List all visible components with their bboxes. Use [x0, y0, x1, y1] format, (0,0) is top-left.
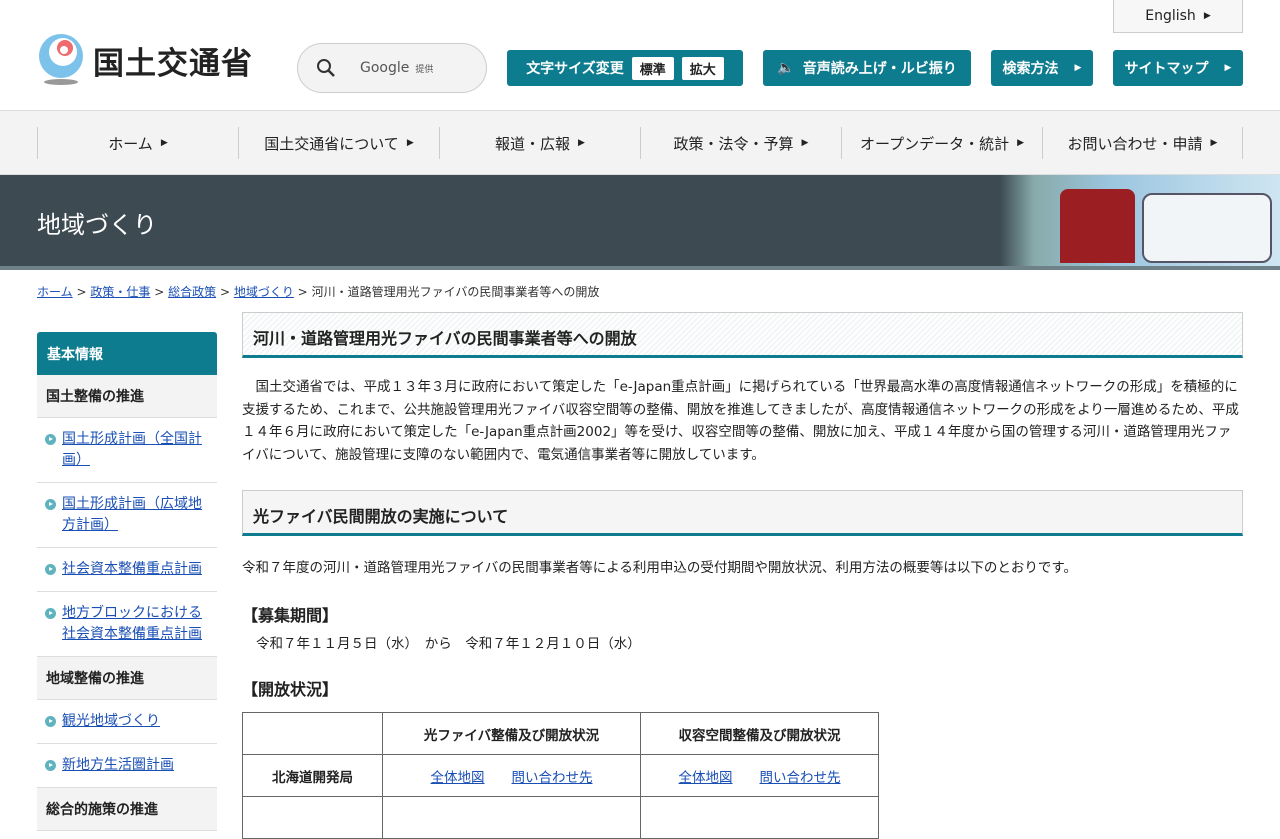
crumb-regional[interactable]: 地域づくり [234, 285, 294, 299]
category-banner: 地域づくり [0, 175, 1280, 270]
font-size-control: 文字サイズ変更 標準 拡大 [507, 50, 743, 86]
period-heading: 【募集期間】 [242, 606, 339, 625]
sidebar-heading: 基本情報 [37, 332, 217, 375]
arrow-icon [45, 608, 56, 619]
category-title: 地域づくり [37, 211, 157, 239]
period-text: 令和７年１１月５日（水） から 令和７年１２月１０日（水） [256, 636, 641, 652]
search-icon [317, 59, 335, 77]
divider [0, 266, 1280, 270]
arrow-icon [45, 760, 56, 771]
contact-link[interactable]: 問い合わせ先 [512, 770, 593, 786]
page-title: 河川・道路管理用光ファイバの民間事業者等への開放 [242, 312, 1243, 358]
sidebar-link[interactable]: 社会資本整備重点計画 [37, 548, 217, 592]
nav-policy[interactable]: 政策・法令・予算 ▶ [640, 127, 841, 159]
sidebar-section: 地域整備の推進 [37, 657, 217, 700]
nav-contact[interactable]: お問い合わせ・申請 ▶ [1042, 127, 1243, 159]
nav-about[interactable]: 国土交通省について ▶ [238, 127, 439, 159]
arrow-icon [45, 434, 56, 445]
contact-link[interactable]: 問い合わせ先 [760, 770, 841, 786]
arrow-icon [45, 564, 56, 575]
crumb-current: 河川・道路管理用光ファイバの民間事業者等への開放 [311, 285, 600, 299]
arrow-icon [45, 716, 56, 727]
crumb-general-policy[interactable]: 総合政策 [168, 285, 216, 299]
search-method-button[interactable]: 検索方法 ▶ [991, 50, 1093, 86]
crumb-home[interactable]: ホーム [37, 285, 73, 299]
font-large-button[interactable]: 拡大 [681, 56, 724, 80]
column-header: 光ファイバ整備及び開放状況 [382, 712, 641, 755]
sidebar-section: 総合的施策の推進 [37, 788, 217, 831]
train-image [1060, 189, 1135, 263]
section-title: 光ファイバ民間開放の実施について [242, 490, 1243, 536]
breadcrumb: ホーム > 政策・仕事 > 総合政策 > 地域づくり > 河川・道路管理用光ファ… [37, 285, 600, 299]
status-table: 光ファイバ整備及び開放状況 収容空間整備及び開放状況 北海道開発局 全体地図 問い… [242, 712, 879, 839]
region-name: 北海道開発局 [242, 754, 383, 797]
section-text: 令和７年度の河川・道路管理用光ファイバの民間事業者等による利用申込の受付期間や開… [242, 560, 1077, 576]
arrow-icon [45, 499, 56, 510]
english-link[interactable]: English ▶ [1113, 0, 1243, 33]
font-standard-button[interactable]: 標準 [631, 56, 674, 80]
nav-home[interactable]: ホーム ▶ [37, 127, 238, 159]
map-link[interactable]: 全体地図 [679, 770, 733, 786]
speech-button[interactable]: 🔈 音声読み上げ・ルビ振り [763, 50, 971, 86]
sidebar-section: 国土整備の推進 [37, 375, 217, 418]
main-content: 河川・道路管理用光ファイバの民間事業者等への開放 国土交通省では、平成１３年３月… [242, 312, 1243, 839]
nav-press[interactable]: 報道・広報 ▶ [439, 127, 640, 159]
bus-image [1142, 193, 1272, 263]
global-nav: ホーム ▶ 国土交通省について ▶ 報道・広報 ▶ 政策・法令・予算 ▶ オープンデータ… [0, 111, 1280, 175]
site-header: 国土交通省 Google 提供 English ▶ 文字サイズ変更 標準 拡大 🔈 音… [0, 0, 1280, 111]
banner-photo [1000, 175, 1280, 266]
site-search[interactable]: Google 提供 [297, 43, 487, 93]
sidebar: 基本情報 国土整備の推進 国土形成計画（全国計画） 国土形成計画（広域地方計画）… [37, 332, 217, 831]
map-link[interactable]: 全体地図 [431, 770, 485, 786]
sidebar-link[interactable]: 新地方生活圏計画 [37, 744, 217, 788]
logo-mark-icon [39, 34, 83, 85]
sidebar-link[interactable]: 国土形成計画（全国計画） [37, 418, 217, 483]
mlit-logo[interactable]: 国土交通省 [37, 34, 253, 86]
sidebar-link[interactable]: 観光地域づくり [37, 700, 217, 744]
table-row: 北海道開発局 全体地図 問い合わせ先 全体地図 問い合わせ先 [242, 754, 879, 797]
nav-opendata[interactable]: オープンデータ・統計 ▶ [841, 127, 1042, 159]
column-header: 収容空間整備及び開放状況 [640, 712, 879, 755]
sidebar-link[interactable]: 国土形成計画（広域地方計画） [37, 483, 217, 548]
sitemap-button[interactable]: サイトマップ ▶ [1113, 50, 1243, 86]
sidebar-link[interactable]: 地方ブロックにおける社会資本整備重点計画 [37, 592, 217, 657]
intro-text: 国土交通省では、平成１３年３月に政府において策定した「e-Japan重点計画」に… [242, 379, 1239, 463]
status-heading: 【開放状況】 [242, 680, 339, 699]
speaker-icon: 🔈 [777, 60, 795, 76]
crumb-policy[interactable]: 政策・仕事 [90, 285, 150, 299]
